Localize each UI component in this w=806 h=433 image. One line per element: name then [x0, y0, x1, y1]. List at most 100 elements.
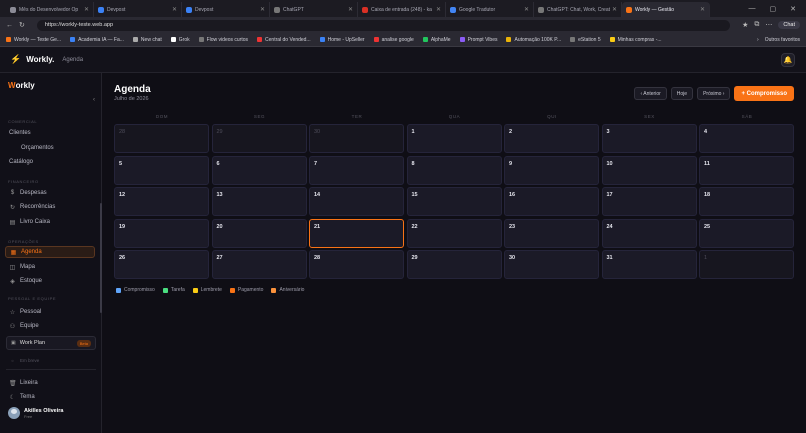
sidebar-item-orcamentos[interactable]: Orçamentos	[5, 142, 95, 154]
calendar-day[interactable]: 16	[504, 187, 599, 216]
close-tab-icon[interactable]: ✕	[700, 6, 705, 13]
previous-button[interactable]: ‹ Anterior	[634, 87, 667, 100]
back-icon[interactable]: ←	[6, 22, 13, 29]
sidebar-scrollbar[interactable]	[100, 203, 102, 313]
extensions-icon[interactable]: ⧉	[754, 21, 759, 29]
calendar-day[interactable]: 3	[601, 124, 697, 153]
sidebar-item-lixeira[interactable]: 🗑 Lixeira	[5, 377, 95, 389]
calendar-day[interactable]: 2	[504, 124, 599, 153]
today-button[interactable]: Hoje	[670, 87, 694, 100]
notification-bell-icon[interactable]: 🔔	[781, 53, 795, 67]
bookmark-item[interactable]: analise google	[373, 37, 414, 43]
calendar-day[interactable]: 31	[601, 250, 697, 279]
calendar-day[interactable]: 4	[699, 124, 794, 153]
bookmark-item[interactable]: Flow videos curtos	[198, 37, 248, 43]
close-tab-icon[interactable]: ✕	[436, 6, 441, 13]
sidebar-item-catalogo[interactable]: Catálogo	[5, 156, 95, 168]
bookmark-item[interactable]: Workly — Teste Ge...	[6, 37, 61, 43]
reload-icon[interactable]: ↻	[19, 21, 25, 29]
url-input[interactable]: https://workly-teste.web.app	[36, 19, 731, 31]
calendar-day[interactable]: 28	[114, 124, 209, 153]
sidebar-item-equipe[interactable]: ⚇ Equipe	[5, 320, 95, 332]
calendar-day[interactable]: 18	[699, 187, 794, 216]
calendar-day[interactable]: 25	[699, 218, 794, 248]
calendar-day[interactable]: 30	[504, 250, 599, 279]
calendar-day[interactable]: 14	[309, 187, 404, 216]
bookmark-item[interactable]: Prompt Vibes	[459, 37, 497, 43]
bookmark-item[interactable]: Grok	[170, 37, 190, 43]
maximize-icon[interactable]: ▢	[770, 5, 777, 13]
calendar-day[interactable]: 15	[406, 187, 502, 216]
calendar-day[interactable]: 13	[211, 187, 307, 216]
browser-tab[interactable]: Mês do Desenvolvedor Op ✕	[6, 2, 94, 17]
calendar-day[interactable]: 23	[504, 218, 599, 248]
chevron-right-icon[interactable]: ›	[757, 37, 759, 43]
browser-tab[interactable]: Workly — Gestão ✕	[622, 2, 710, 17]
calendar-day[interactable]: 17	[601, 187, 697, 216]
calendar-day[interactable]: 11	[699, 155, 794, 185]
close-tab-icon[interactable]: ✕	[612, 6, 617, 13]
calendar-day[interactable]: 7	[309, 155, 404, 185]
calendar-day[interactable]: 22	[406, 218, 502, 248]
calendar-day[interactable]: 24	[601, 218, 697, 248]
browser-tab[interactable]: Caixa de entrada (248) - ka ✕	[358, 2, 446, 17]
browser-tab[interactable]: Devpost ✕	[182, 2, 270, 17]
bookmark-item[interactable]: New chat	[132, 37, 162, 43]
calendar-day[interactable]: 20	[211, 218, 307, 248]
close-tab-icon[interactable]: ✕	[84, 6, 89, 13]
bookmark-item[interactable]: AlphaMe	[422, 37, 451, 43]
workplan-item[interactable]: ▣ Work Plan Beta	[6, 336, 96, 350]
calendar-day[interactable]: 5	[114, 155, 209, 185]
calendar-day-today[interactable]: 21	[309, 218, 404, 248]
bookmark-item[interactable]: Central do Vended...	[257, 37, 311, 43]
close-tab-icon[interactable]: ✕	[172, 6, 177, 13]
sidebar-item-despesas[interactable]: $ Despesas	[5, 187, 95, 199]
calendar-day[interactable]: 26	[114, 250, 209, 279]
sidebar-item-tema[interactable]: ☾ Tema	[5, 391, 95, 403]
next-button[interactable]: Próximo ›	[697, 87, 731, 100]
settings-icon[interactable]: ⋯	[765, 21, 772, 29]
calendar-day[interactable]: 12	[114, 187, 209, 216]
bookmark-item[interactable]: eStation 5	[570, 37, 601, 43]
calendar-day[interactable]: 1	[699, 250, 794, 279]
close-icon[interactable]: ✕	[790, 5, 796, 13]
sidebar-item-agenda[interactable]: ▦ Agenda	[5, 246, 95, 258]
sidebar-item-mapa[interactable]: ◫ Mapa	[5, 261, 95, 273]
calendar-day[interactable]: 1	[406, 124, 502, 153]
calendar-day[interactable]: 6	[211, 155, 307, 185]
calendar-day[interactable]: 29	[406, 250, 502, 279]
close-tab-icon[interactable]: ✕	[348, 6, 353, 13]
calendar-day[interactable]: 8	[406, 155, 502, 185]
close-tab-icon[interactable]: ✕	[260, 6, 265, 13]
sidebar-item-livro-caixa[interactable]: ▤ Livro Caixa	[5, 216, 95, 228]
user-profile[interactable]: Akilles Oliveira Free	[8, 407, 63, 419]
calendar-day[interactable]: 27	[211, 250, 307, 279]
calendar-day[interactable]: 10	[601, 155, 697, 185]
sidebar-item-clientes[interactable]: Clientes	[5, 127, 95, 139]
bookmark-item[interactable]: Automação 100K P...	[506, 37, 561, 43]
sidebar-logo[interactable]: Workly	[8, 81, 35, 90]
star-icon[interactable]: ★	[742, 21, 748, 29]
collapse-sidebar-icon[interactable]: ‹	[93, 97, 95, 103]
browser-tab[interactable]: ChatGPT ✕	[270, 2, 358, 17]
bookmark-item[interactable]: Academia IA — Fa...	[70, 37, 124, 43]
sidebar-item-estoque[interactable]: ◈ Estoque	[5, 275, 95, 287]
calendar-day[interactable]: 29	[211, 124, 307, 153]
calendar-day[interactable]: 28	[309, 250, 404, 279]
minimize-icon[interactable]: —	[749, 5, 756, 13]
brand-name[interactable]: Workly.	[26, 55, 54, 64]
sidebar-item-pessoal[interactable]: ☆ Pessoal	[5, 306, 95, 318]
chat-button[interactable]: Chat	[778, 21, 800, 29]
browser-tab[interactable]: Devpost ✕	[94, 2, 182, 17]
close-tab-icon[interactable]: ✕	[524, 6, 529, 13]
sidebar-item-recorrencias[interactable]: ↻ Recorrências	[5, 201, 95, 213]
calendar-day[interactable]: 30	[309, 124, 404, 153]
other-bookmarks[interactable]: Outros favoritos	[765, 37, 800, 43]
browser-tab[interactable]: ChatGPT: Chat, Work, Creat ✕	[534, 2, 622, 17]
add-appointment-button[interactable]: + Compromisso	[734, 86, 794, 101]
calendar-day[interactable]: 19	[114, 218, 209, 248]
bookmark-item[interactable]: Home - UpSeller	[319, 37, 365, 43]
browser-tab[interactable]: Google Tradutor ✕	[446, 2, 534, 17]
calendar-day[interactable]: 9	[504, 155, 599, 185]
bookmark-item[interactable]: Minhas compras -...	[609, 37, 662, 43]
